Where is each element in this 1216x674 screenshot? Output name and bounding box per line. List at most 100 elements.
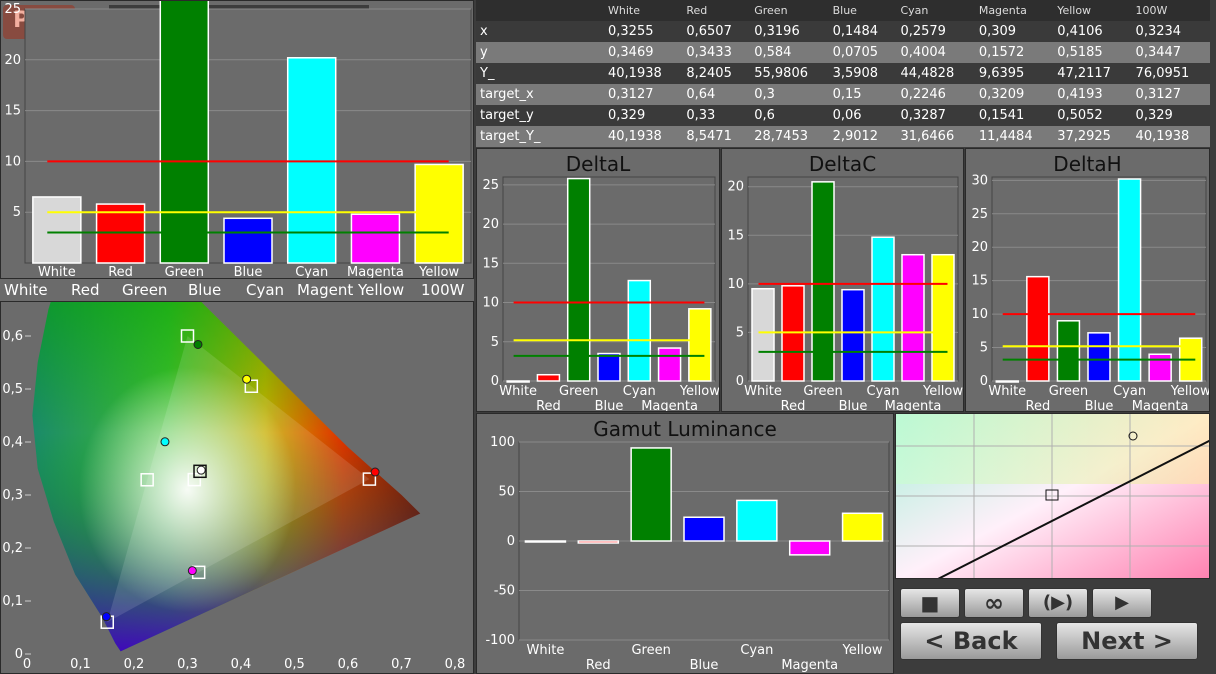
table-cell: 0,2579 (896, 21, 975, 42)
bar-cyan (871, 236, 895, 382)
table-cell: 0,309 (974, 21, 1054, 42)
table-cell: 9,6395 (974, 63, 1054, 84)
table-row: y 0,3469 0,3433 0,584 0,0705 0,4004 0,15… (476, 42, 1210, 63)
table-cell: 0,3287 (896, 105, 975, 126)
legend-magenta: Magent (297, 281, 354, 299)
measured-marker (101, 612, 111, 622)
bar-white (524, 540, 567, 543)
table-cell: 47,2117 (1053, 63, 1132, 84)
table-cell: 0,3447 (1131, 42, 1210, 63)
delta-c-panel: DeltaC 0 5 10 15 20 White Green Cyan Yellow Red Bl… (721, 148, 964, 412)
measured-marker (196, 465, 206, 475)
bar-blue (597, 352, 621, 382)
table-header-cell: Magenta (974, 0, 1054, 21)
x-tick-label: Magenta (347, 265, 404, 279)
table-cell: 2,9012 (828, 126, 897, 147)
table-cell: 0,329 (604, 105, 683, 126)
y-tick-label: 0 (507, 534, 515, 549)
y-tick-label: 0,6 (2, 329, 23, 344)
x-tick-label: Red (781, 399, 806, 412)
x-tick-label: Cyan (623, 384, 656, 399)
x-tick-label: 0,2 (124, 657, 145, 672)
preview-plot (896, 414, 1209, 578)
legend-cyan: Cyan (246, 281, 285, 299)
row-label: Y_ (476, 63, 604, 84)
legend-green: Green (122, 281, 168, 299)
bar-magenta (1148, 353, 1172, 382)
y-tick-label: 0,2 (2, 541, 23, 556)
table-cell: 8,2405 (682, 63, 751, 84)
legend-row: White Red Green Blue Cyan Magent Yellow … (0, 279, 474, 301)
x-tick-label: White (499, 384, 537, 399)
table-cell: 0,5052 (1053, 105, 1132, 126)
legend-yellow: Yellow (358, 281, 405, 299)
y-tick-label: 10 (971, 307, 988, 322)
table-cell: 31,6466 (896, 126, 975, 147)
y-tick-label: 30 (971, 173, 988, 188)
x-tick-label: White (38, 265, 76, 279)
table-cell: 40,1938 (604, 63, 683, 84)
x-tick-label: 0,5 (284, 657, 305, 672)
measured-marker (187, 566, 197, 576)
x-tick-label: Yellow (842, 643, 883, 658)
x-tick-label: 0,1 (70, 657, 91, 672)
x-tick-label: Magenta (641, 399, 698, 412)
bar-green (159, 1, 210, 264)
bar-cyan (736, 499, 778, 542)
back-button[interactable]: < Back (900, 622, 1042, 660)
delta-c-chart: 0 5 10 15 20 White Green Cyan Yellow Red Blue Magen… (727, 176, 963, 412)
x-tick-label: Magenta (885, 399, 942, 412)
row-label: target_x (476, 84, 604, 105)
bar-yellow (414, 163, 464, 264)
play-button[interactable]: ▶ (1092, 588, 1152, 618)
y-tick-label: 5 (491, 335, 499, 350)
table-cell: 0,3433 (682, 42, 751, 63)
cie-diagram-panel: 0 0,1 0,2 0,3 0,4 0,5 0,6 0,7 0,8 0 0,1 0,2 0,3 0,4 0,… (0, 301, 474, 674)
y-tick-label: 20 (727, 180, 744, 195)
table-cell: 0,3 (750, 84, 829, 105)
x-tick-label: Green (165, 265, 204, 279)
bar-blue (223, 217, 273, 264)
bar-white (506, 380, 530, 383)
legend-100w: 100W (421, 281, 465, 299)
table-row: target_Y_ 40,1938 8,5471 28,7453 2,9012 … (476, 126, 1210, 147)
measured-marker (370, 467, 380, 477)
table-cell: 0,6507 (682, 21, 751, 42)
y-tick-label: 25 (482, 178, 499, 193)
x-tick-label: Blue (595, 399, 624, 412)
stop-button[interactable]: ■ (900, 588, 960, 618)
x-tick-label: Green (1049, 384, 1088, 399)
x-tick-label: Blue (839, 399, 868, 412)
table-cell: 0,3209 (974, 84, 1054, 105)
x-tick-label: Yellow (679, 384, 720, 399)
x-tick-label: White (527, 643, 565, 658)
x-tick-label: 0,3 (177, 657, 198, 672)
table-row: x 0,3255 0,6507 0,3196 0,1484 0,2579 0,3… (476, 21, 1210, 42)
table-cell: 55,9806 (750, 63, 829, 84)
table-cell: 0,584 (750, 42, 829, 63)
x-tick-label: 0,6 (338, 657, 359, 672)
next-button[interactable]: Next > (1056, 622, 1198, 660)
bar-white (751, 287, 775, 382)
bar-magenta (657, 347, 682, 382)
loop-button[interactable]: ∞ (964, 588, 1024, 618)
delta-l-chart: 0 5 10 15 20 25 White Green Cyan Yellow Red Blue Mag… (482, 176, 720, 412)
row-label: target_y (476, 105, 604, 126)
y-tick-label: 10 (727, 277, 744, 292)
y-tick-label: -50 (494, 584, 515, 599)
table-cell: 0,4193 (1053, 84, 1132, 105)
bar-yellow (688, 308, 712, 382)
row-label: y (476, 42, 604, 63)
preview-plot-panel (895, 413, 1210, 579)
play-pause-button[interactable]: (▶) (1028, 588, 1088, 618)
table-cell: 0,1572 (974, 42, 1054, 63)
y-tick-label: 0 (736, 374, 744, 389)
x-tick-label: 0 (23, 657, 31, 672)
table-cell: 0,329 (1131, 105, 1210, 126)
table-cell: 0,5185 (1053, 42, 1132, 63)
measured-marker (160, 437, 170, 447)
table-cell: 76,0951 (1131, 63, 1210, 84)
bar-cyan (627, 279, 652, 382)
y-tick-label: 10 (482, 296, 499, 311)
table-cell: 0,1484 (828, 21, 897, 42)
